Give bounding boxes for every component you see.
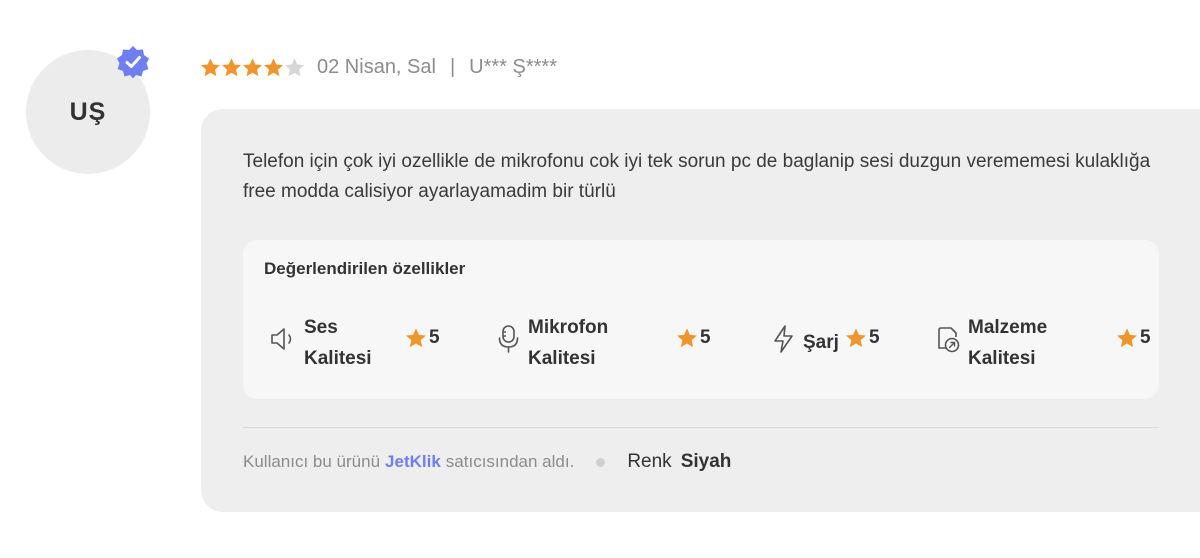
review-footer: Kullanıcı bu ürünü JetKlik satıcısından … bbox=[243, 448, 731, 476]
feature-rating-value: 5 bbox=[429, 327, 440, 348]
review-author: U*** Ş**** bbox=[469, 55, 557, 78]
feature-rating: 5 bbox=[1116, 327, 1151, 349]
feature-rating: 5 bbox=[845, 327, 880, 349]
feature-label-line1: Mikrofon bbox=[528, 317, 609, 338]
feature-rating-value: 5 bbox=[1140, 327, 1151, 348]
seller-link[interactable]: JetKlik bbox=[385, 452, 441, 472]
star-rating bbox=[200, 57, 305, 78]
review-header: 02 Nisan, Sal | U*** Ş**** bbox=[200, 52, 557, 82]
star-filled-icon bbox=[243, 57, 262, 76]
feature-label-line1: Şarj bbox=[803, 332, 839, 353]
star-empty-icon bbox=[285, 57, 304, 76]
purchase-text-suffix: satıcısından aldı. bbox=[445, 452, 575, 471]
feature-label-line1: Malzeme bbox=[968, 317, 1048, 338]
rated-features-panel: Değerlendirilen özellikler Ses Kalitesi … bbox=[243, 240, 1159, 399]
microphone-icon bbox=[498, 325, 519, 353]
feature-material-quality: Malzeme Kalitesi 5 bbox=[934, 312, 1159, 372]
speaker-icon bbox=[271, 328, 292, 350]
review-date: 02 Nisan, Sal bbox=[317, 55, 436, 78]
feature-rating-value: 5 bbox=[869, 327, 880, 348]
feature-microphone-quality: Mikrofon Kalitesi 5 bbox=[495, 312, 725, 372]
feature-label-line2: Kalitesi bbox=[968, 348, 1036, 369]
header-separator: | bbox=[449, 55, 456, 78]
review-card: Telefon için çok iyi ozellikle de mikrof… bbox=[201, 109, 1200, 512]
feature-sound-quality: Ses Kalitesi 5 bbox=[269, 312, 449, 372]
material-icon bbox=[938, 327, 960, 353]
purchase-text-prefix: Kullanıcı bu ürünü bbox=[243, 452, 381, 471]
feature-rating-value: 5 bbox=[700, 327, 711, 348]
avatar-initials: UŞ bbox=[69, 97, 107, 126]
star-filled-icon bbox=[1117, 328, 1137, 348]
feature-rating: 5 bbox=[676, 327, 711, 349]
star-filled-icon bbox=[222, 57, 241, 76]
feature-label-line2: Kalitesi bbox=[528, 348, 596, 369]
features-title: Değerlendirilen özellikler bbox=[264, 259, 466, 278]
star-filled-icon bbox=[264, 57, 283, 76]
review-comment: Telefon için çok iyi ozellikle de mikrof… bbox=[243, 151, 1151, 202]
feature-label-line2: Kalitesi bbox=[304, 348, 372, 369]
color-label: Renk bbox=[627, 451, 672, 472]
feature-charging: Şarj 5 bbox=[770, 312, 900, 372]
star-filled-icon bbox=[406, 328, 426, 348]
star-filled-icon bbox=[201, 57, 220, 76]
lightning-icon bbox=[774, 325, 793, 353]
feature-rating: 5 bbox=[405, 327, 440, 349]
card-divider bbox=[243, 427, 1159, 428]
footer-dot-separator bbox=[596, 457, 606, 467]
feature-label-line1: Ses bbox=[304, 317, 338, 338]
star-filled-icon bbox=[677, 328, 697, 348]
color-value: Siyah bbox=[680, 451, 732, 472]
star-filled-icon bbox=[846, 328, 866, 348]
verified-badge-icon bbox=[117, 46, 149, 79]
